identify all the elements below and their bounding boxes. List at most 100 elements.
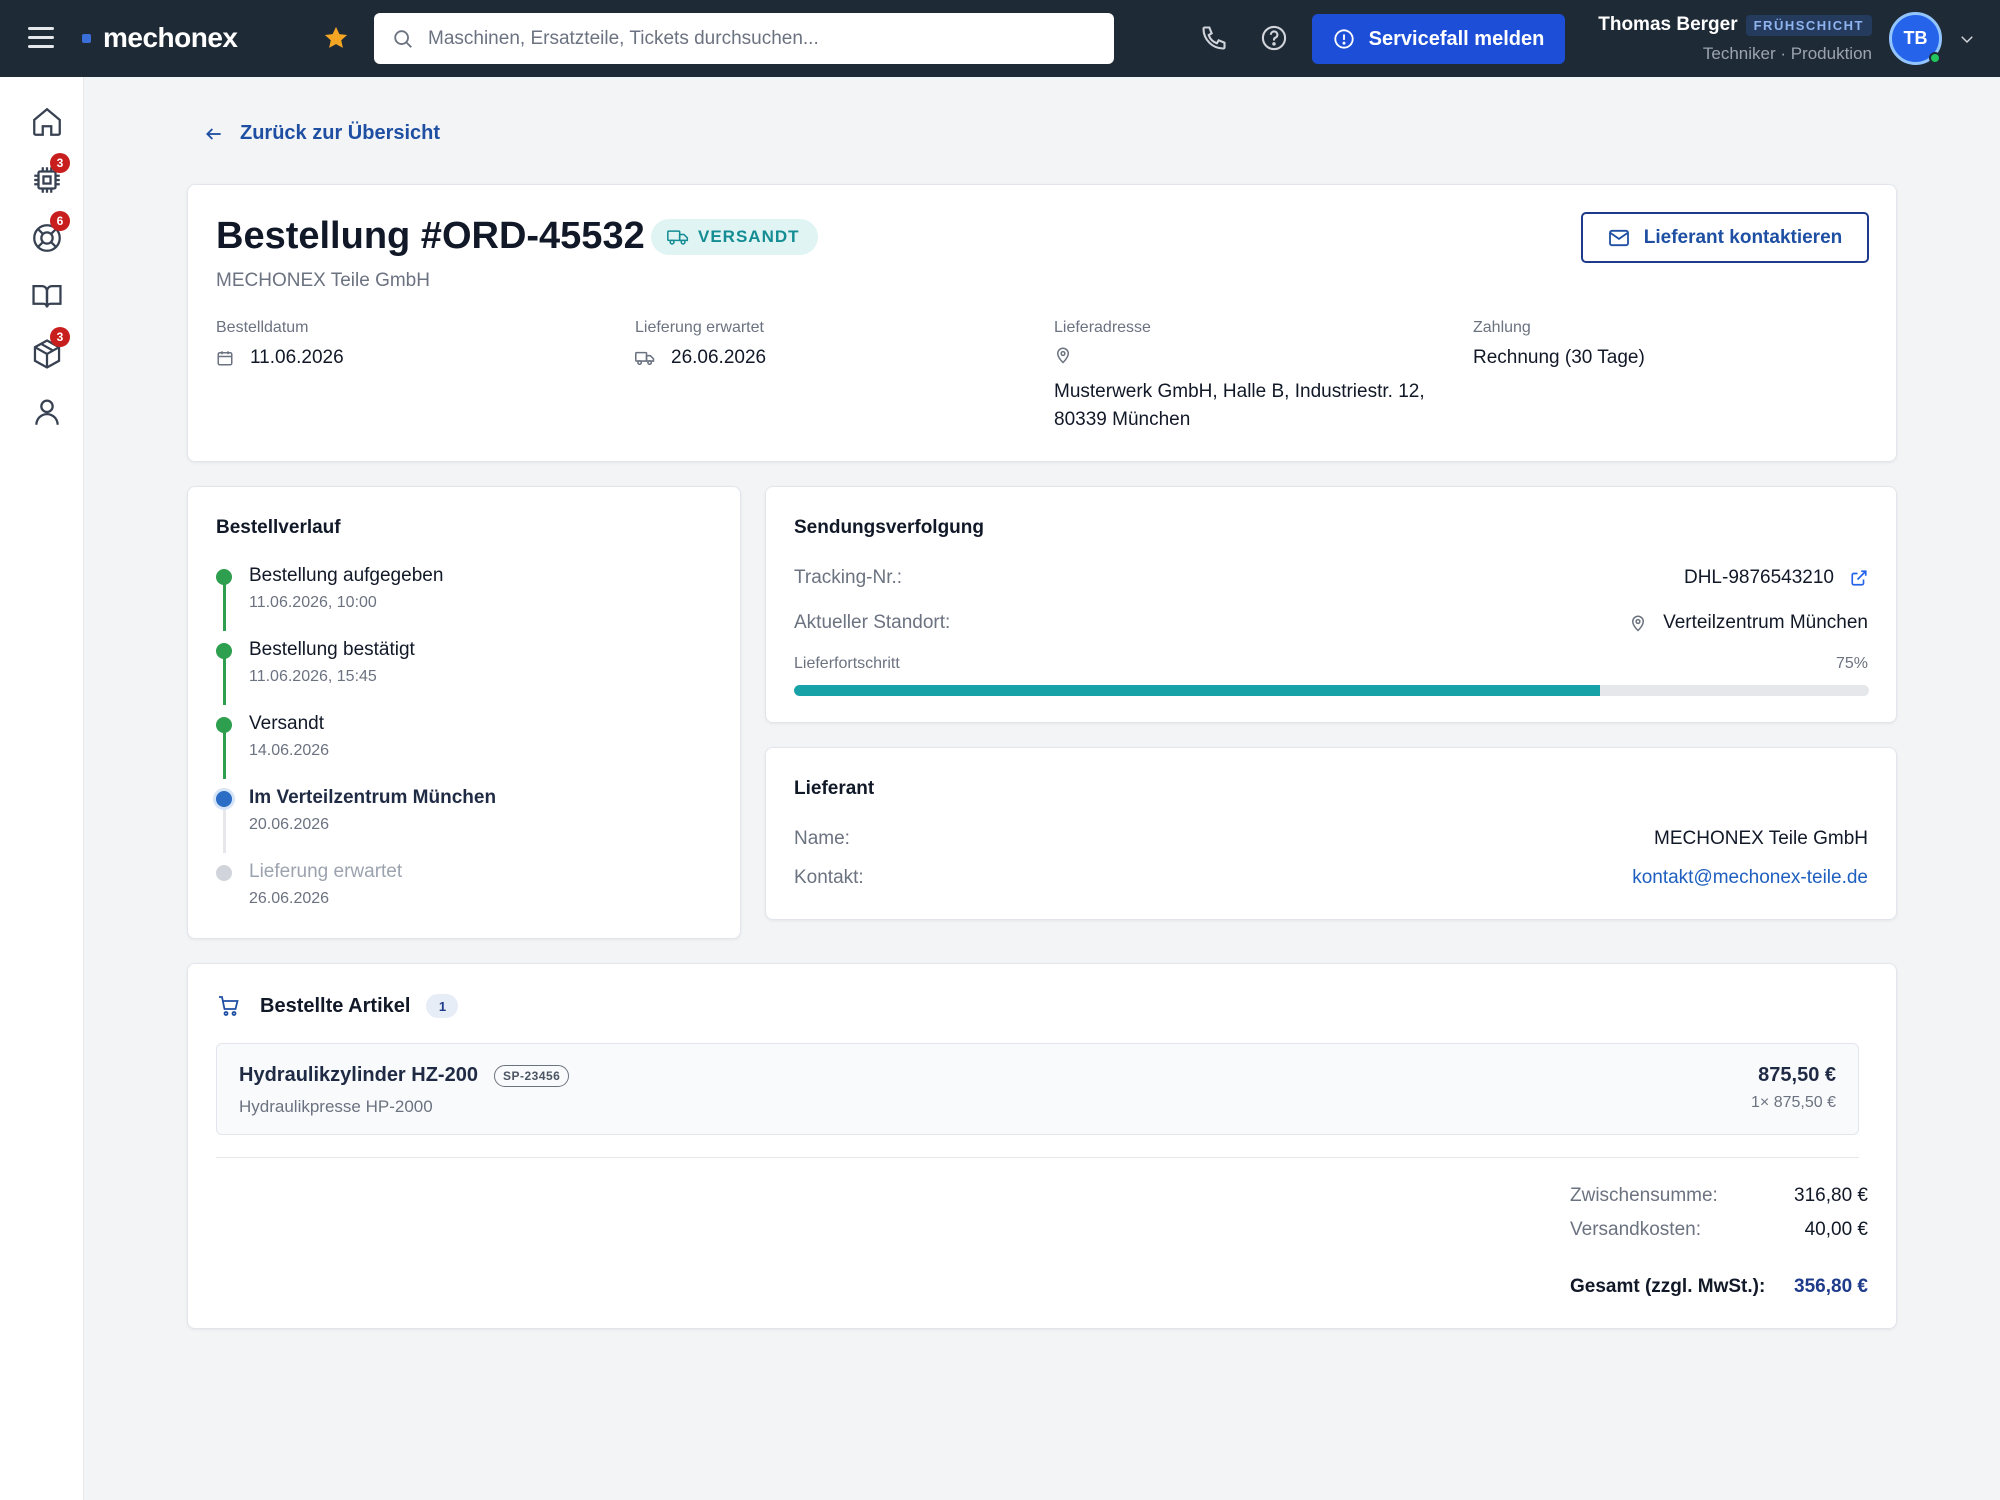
order-supplier: MECHONEX Teile GmbH [216,270,430,291]
shopping-cart-icon [219,996,239,1016]
tracking-number-value: DHL-9876543210 [1683,567,1834,588]
calendar-icon [217,351,233,366]
payment-field: Zahlung Rechnung (30 Tage) [1473,319,1645,369]
tracking-number-label: Tracking-Nr.: [794,567,903,588]
online-status-dot [1929,52,1941,64]
tracking-title: Sendungsverfolgung [794,517,984,538]
contact-supplier-label: Lieferant kontaktieren [1643,226,1843,248]
search-bar [374,13,1114,64]
help-icon[interactable] [1260,24,1288,52]
shift-badge: FRÜHSCHICHT [1745,14,1872,36]
notification-badge: 3 [50,327,70,347]
page-title: Bestellung #ORD-45532 [216,215,645,257]
ordered-items-card: Bestellte Artikel 1 Hydraulikzylinder HZ… [187,963,1897,1329]
item-name: Hydraulikzylinder HZ-200 [239,1064,478,1086]
report-service-case-button[interactable]: Servicefall melden [1312,14,1565,64]
sidebar-item-docs[interactable] [30,279,64,313]
tracking-number: DHL-9876543210 [1684,567,1868,589]
delivery-progress-label: Lieferfortschritt [794,655,900,672]
item-machine: Hydraulikpresse HP-2000 [239,1097,433,1116]
user-name: Thomas Berger [1598,14,1738,35]
star-icon[interactable] [322,24,350,52]
timeline-step-date: 11.06.2026, 10:00 [249,594,377,611]
contact-supplier-button[interactable]: Lieferant kontaktieren [1581,212,1869,263]
status-badge: VERSANDT [651,219,818,255]
shipping-value: 40,00 € [1804,1219,1868,1240]
mail-icon [1608,229,1629,246]
current-location-value: Verteilzentrum München [1663,612,1868,633]
list-item[interactable]: Hydraulikzylinder HZ-200 SP-23456 Hydrau… [216,1043,1859,1135]
timeline-step-title: Bestellung aufgegeben [249,565,444,586]
search-input[interactable] [428,27,1068,50]
timeline-step-title: Bestellung bestätigt [249,639,415,660]
timeline-dot-done [216,643,232,659]
expected-delivery-field: Lieferung erwartet 26.06.2026 [635,319,766,369]
chevron-down-icon[interactable] [1958,30,1976,48]
delivery-progress-percent: 75% [1835,655,1868,672]
timeline-connector [223,799,226,853]
sku-badge: SP-23456 [493,1064,570,1087]
total-value: 356,80 € [1794,1276,1868,1297]
timeline-step-date: 20.06.2026 [249,816,330,833]
delivery-address-field: Lieferadresse Musterwerk GmbH, Halle B, … [1054,319,1444,434]
timeline-step-date: 14.06.2026 [249,742,330,759]
truck-icon [635,351,655,366]
brand-name: mechonex [103,22,238,53]
notification-badge: 3 [50,153,70,173]
top-bar: mechonex Servicefall melden Thomas Berge… [0,0,2000,77]
timeline-connector [223,577,226,631]
order-timeline-card: Bestellverlauf Bestellung aufgegeben 11.… [187,486,741,939]
alert-circle-icon [1334,29,1354,49]
timeline-dot-done [216,569,232,585]
expected-delivery-value: 26.06.2026 [671,347,767,368]
subtotal-value: 316,80 € [1794,1185,1868,1206]
item-unit-price: 1× 875,50 € [1751,1094,1836,1111]
sidebar-item-orders[interactable]: 3 [30,327,70,371]
report-service-case-label: Servicefall melden [1368,27,1545,50]
shipping-label: Versandkosten: [1570,1219,1701,1240]
sidebar-item-support[interactable]: 6 [30,211,70,255]
order-date-field: Bestelldatum 11.06.2026 [216,319,344,369]
timeline-dot-done [216,717,232,733]
user-info[interactable]: Thomas Berger FRÜHSCHICHT Techniker · Pr… [1590,14,1872,64]
delivery-address-value: Musterwerk GmbH, Halle B, Industriestr. … [1054,381,1425,430]
search-icon [394,29,412,48]
delivery-address-label: Lieferadresse [1054,319,1151,336]
arrow-left-icon [206,127,221,140]
payment-label: Zahlung [1473,319,1531,336]
timeline-connector [223,725,226,779]
supplier-name-value: MECHONEX Teile GmbH [1654,828,1868,849]
subtotal-label: Zwischensumme: [1570,1185,1718,1206]
shipment-tracking-card: Sendungsverfolgung Tracking-Nr.: DHL-987… [765,486,1897,723]
timeline-step-title: Im Verteilzentrum München [249,787,497,808]
map-pin-icon [1056,347,1070,364]
timeline-step-date: 11.06.2026, 15:45 [249,668,377,685]
delivery-progress-bar [794,685,1869,696]
divider [216,1157,1859,1158]
map-pin-icon [1632,615,1645,632]
sidebar-item-home[interactable] [30,105,64,139]
timeline-connector [223,651,226,705]
brand-logo[interactable]: mechonex [82,22,238,54]
timeline-dot-pending [216,865,232,881]
brand-mark [82,33,91,43]
sidebar-item-profile[interactable] [30,395,64,429]
timeline-dot-current [216,791,232,807]
external-link-icon[interactable] [1850,569,1868,587]
ordered-items-title: Bestellte Artikel [260,994,411,1017]
sidebar-item-machines[interactable]: 3 [30,153,70,197]
menu-icon[interactable] [28,27,54,49]
phone-icon[interactable] [1200,24,1228,52]
order-header-card: Bestellung #ORD-45532 VERSANDT MECHONEX … [187,184,1897,462]
back-to-overview-link[interactable]: Zurück zur Übersicht [204,122,440,145]
supplier-email-link[interactable]: kontakt@mechonex-teile.de [1632,867,1868,889]
expected-delivery-label: Lieferung erwartet [635,319,764,336]
current-location: Verteilzentrum München [1629,612,1868,634]
current-location-label: Aktueller Standort: [794,612,951,633]
item-price: 875,50 € [1758,1064,1836,1086]
home-icon [33,107,61,136]
sidebar: 3 6 3 [0,77,84,1500]
user-role: Techniker · Produktion [1702,44,1872,63]
timeline-step-title: Versandt [249,713,324,734]
supplier-title: Lieferant [794,778,875,799]
